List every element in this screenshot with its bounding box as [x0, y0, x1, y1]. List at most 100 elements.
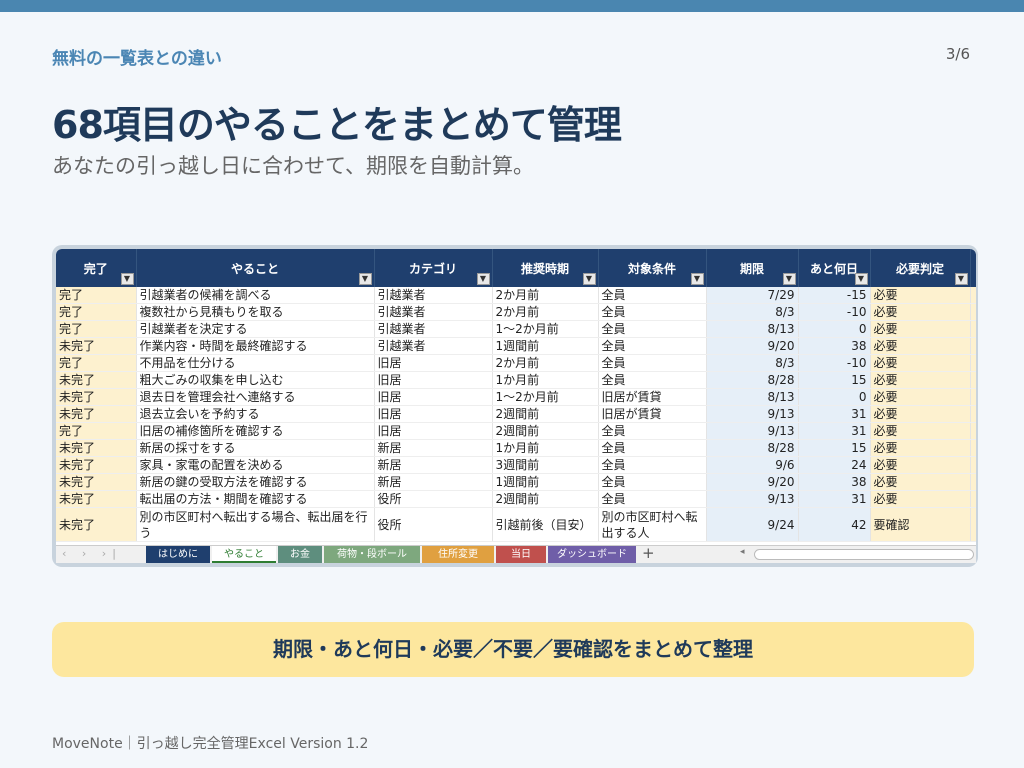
table-cell[interactable]: 0	[798, 320, 871, 338]
table-cell[interactable]: 新居	[374, 473, 493, 491]
table-cell[interactable]: 2か月前	[492, 354, 599, 372]
table-cell[interactable]: 未完了	[56, 490, 137, 508]
table-cell[interactable]: 粗大ごみの収集を申し込む	[136, 371, 375, 389]
column-header[interactable]: カテゴリ ▼	[374, 249, 493, 287]
table-cell[interactable]: 完了	[56, 354, 137, 372]
column-header[interactable]: 完了 ▼	[56, 249, 137, 287]
table-cell[interactable]: 引越業者	[374, 337, 493, 355]
table-cell[interactable]: 旧居の補修箇所を確認する	[136, 422, 375, 440]
filter-dropdown-icon[interactable]: ▼	[854, 273, 868, 285]
table-cell[interactable]: 必要	[870, 388, 971, 406]
table-cell[interactable]: 1週間前	[492, 337, 599, 355]
table-cell[interactable]: 旧居が賃貸	[598, 388, 707, 406]
table-cell[interactable]: 退去日を管理会社へ連絡する	[136, 388, 375, 406]
filter-dropdown-icon[interactable]: ▼	[690, 273, 704, 285]
table-cell[interactable]: 9/20	[706, 337, 799, 355]
table-cell[interactable]: 未完了	[56, 473, 137, 491]
table-cell[interactable]: 家具・家電の配置を決める	[136, 456, 375, 474]
table-row[interactable]: 未完了 新居の鍵の受取方法を確認する 新居 1週間前 全員 9/20 38 必要	[56, 473, 976, 491]
table-cell[interactable]: 別の市区町村へ転出する人	[598, 507, 707, 542]
table-cell[interactable]: 全員	[598, 371, 707, 389]
table-row[interactable]: 完了 不用品を仕分ける 旧居 2か月前 全員 8/3 -10 必要	[56, 354, 976, 372]
table-cell[interactable]: 作業内容・時間を最終確認する	[136, 337, 375, 355]
table-cell[interactable]: 必要	[870, 405, 971, 423]
table-cell[interactable]: 未完了	[56, 388, 137, 406]
table-cell[interactable]: 15	[798, 371, 871, 389]
table-cell[interactable]: 必要	[870, 439, 971, 457]
add-sheet-icon[interactable]: +	[642, 544, 655, 562]
table-cell[interactable]: 必要	[870, 337, 971, 355]
table-cell[interactable]: 15	[798, 439, 871, 457]
table-cell[interactable]: 2週間前	[492, 422, 599, 440]
table-cell[interactable]: 引越業者	[374, 287, 493, 304]
table-row[interactable]: 未完了 転出届の方法・期間を確認する 役所 2週間前 全員 9/13 31 必要	[56, 490, 976, 508]
sheet-tab[interactable]: お金	[278, 546, 322, 563]
table-cell[interactable]: 別の市区町村へ転出する場合、転出届を行う	[136, 507, 375, 542]
table-row[interactable]: 完了 旧居の補修箇所を確認する 旧居 2週間前 全員 9/13 31 必要	[56, 422, 976, 440]
column-header[interactable]: 対象条件 ▼	[598, 249, 707, 287]
table-cell[interactable]: 全員	[598, 456, 707, 474]
table-row[interactable]: 未完了 別の市区町村へ転出する場合、転出届を行う 役所 引越前後（目安） 別の市区町村へ…	[56, 507, 976, 542]
table-cell[interactable]: 全員	[598, 490, 707, 508]
table-cell[interactable]: 引越業者の候補を調べる	[136, 287, 375, 304]
table-row[interactable]: 完了 引越業者を決定する 引越業者 1〜2か月前 全員 8/13 0 必要	[56, 320, 976, 338]
table-cell[interactable]: 旧居	[374, 405, 493, 423]
table-cell[interactable]: 38	[798, 337, 871, 355]
filter-dropdown-icon[interactable]: ▼	[782, 273, 796, 285]
table-cell[interactable]: 旧居	[374, 422, 493, 440]
table-cell[interactable]: 退去立会いを予約する	[136, 405, 375, 423]
table-cell[interactable]: 複数社から見積もりを取る	[136, 303, 375, 321]
table-cell[interactable]: 9/24	[706, 507, 799, 542]
sheet-tab[interactable]: 荷物・段ボール	[324, 546, 420, 563]
table-cell[interactable]: 全員	[598, 422, 707, 440]
table-cell[interactable]: 24	[798, 456, 871, 474]
table-cell[interactable]: 全員	[598, 320, 707, 338]
sheet-tab[interactable]: はじめに	[146, 546, 210, 563]
table-cell[interactable]: 旧居が賃貸	[598, 405, 707, 423]
sheet-tab[interactable]: やること	[212, 546, 276, 563]
table-row[interactable]: 未完了 新居の採寸をする 新居 1か月前 全員 8/28 15 必要	[56, 439, 976, 457]
table-cell[interactable]: 不用品を仕分ける	[136, 354, 375, 372]
table-cell[interactable]: 必要	[870, 287, 971, 304]
table-cell[interactable]: 8/28	[706, 439, 799, 457]
column-header[interactable]: 期限 ▼	[706, 249, 799, 287]
table-cell[interactable]: 全員	[598, 303, 707, 321]
table-cell[interactable]: 未完了	[56, 371, 137, 389]
column-header[interactable]: 推奨時期 ▼	[492, 249, 599, 287]
table-cell[interactable]: 新居	[374, 456, 493, 474]
table-cell[interactable]: 9/13	[706, 422, 799, 440]
table-cell[interactable]: 31	[798, 490, 871, 508]
table-cell[interactable]: 旧居	[374, 388, 493, 406]
table-cell[interactable]: -15	[798, 287, 871, 304]
table-cell[interactable]: 未完了	[56, 507, 137, 542]
filter-dropdown-icon[interactable]: ▼	[954, 273, 968, 285]
table-cell[interactable]: 1か月前	[492, 439, 599, 457]
table-cell[interactable]: 必要	[870, 371, 971, 389]
table-cell[interactable]: 1〜2か月前	[492, 388, 599, 406]
table-cell[interactable]: 2週間前	[492, 405, 599, 423]
table-cell[interactable]: 必要	[870, 473, 971, 491]
table-cell[interactable]: 38	[798, 473, 871, 491]
table-cell[interactable]: 役所	[374, 507, 493, 542]
filter-dropdown-icon[interactable]: ▼	[476, 273, 490, 285]
table-cell[interactable]: -10	[798, 303, 871, 321]
scroll-left-icon[interactable]: ◂	[740, 547, 745, 557]
table-row[interactable]: 完了 引越業者の候補を調べる 引越業者 2か月前 全員 7/29 -15 必要	[56, 287, 976, 304]
sheet-nav-arrows[interactable]: ‹ › ›|	[62, 547, 122, 560]
table-cell[interactable]: 全員	[598, 354, 707, 372]
table-cell[interactable]: 1〜2か月前	[492, 320, 599, 338]
column-header[interactable]: やること ▼	[136, 249, 375, 287]
table-cell[interactable]: -10	[798, 354, 871, 372]
table-cell[interactable]: 全員	[598, 337, 707, 355]
sheet-tab[interactable]: 住所変更	[422, 546, 494, 563]
table-row[interactable]: 未完了 粗大ごみの収集を申し込む 旧居 1か月前 全員 8/28 15 必要	[56, 371, 976, 389]
table-cell[interactable]: 未完了	[56, 456, 137, 474]
table-cell[interactable]: 8/3	[706, 303, 799, 321]
table-cell[interactable]: 8/13	[706, 320, 799, 338]
table-cell[interactable]: 8/13	[706, 388, 799, 406]
table-cell[interactable]: 引越業者	[374, 303, 493, 321]
filter-dropdown-icon[interactable]: ▼	[582, 273, 596, 285]
table-cell[interactable]: 8/28	[706, 371, 799, 389]
table-cell[interactable]: 旧居	[374, 371, 493, 389]
table-cell[interactable]: 9/13	[706, 490, 799, 508]
